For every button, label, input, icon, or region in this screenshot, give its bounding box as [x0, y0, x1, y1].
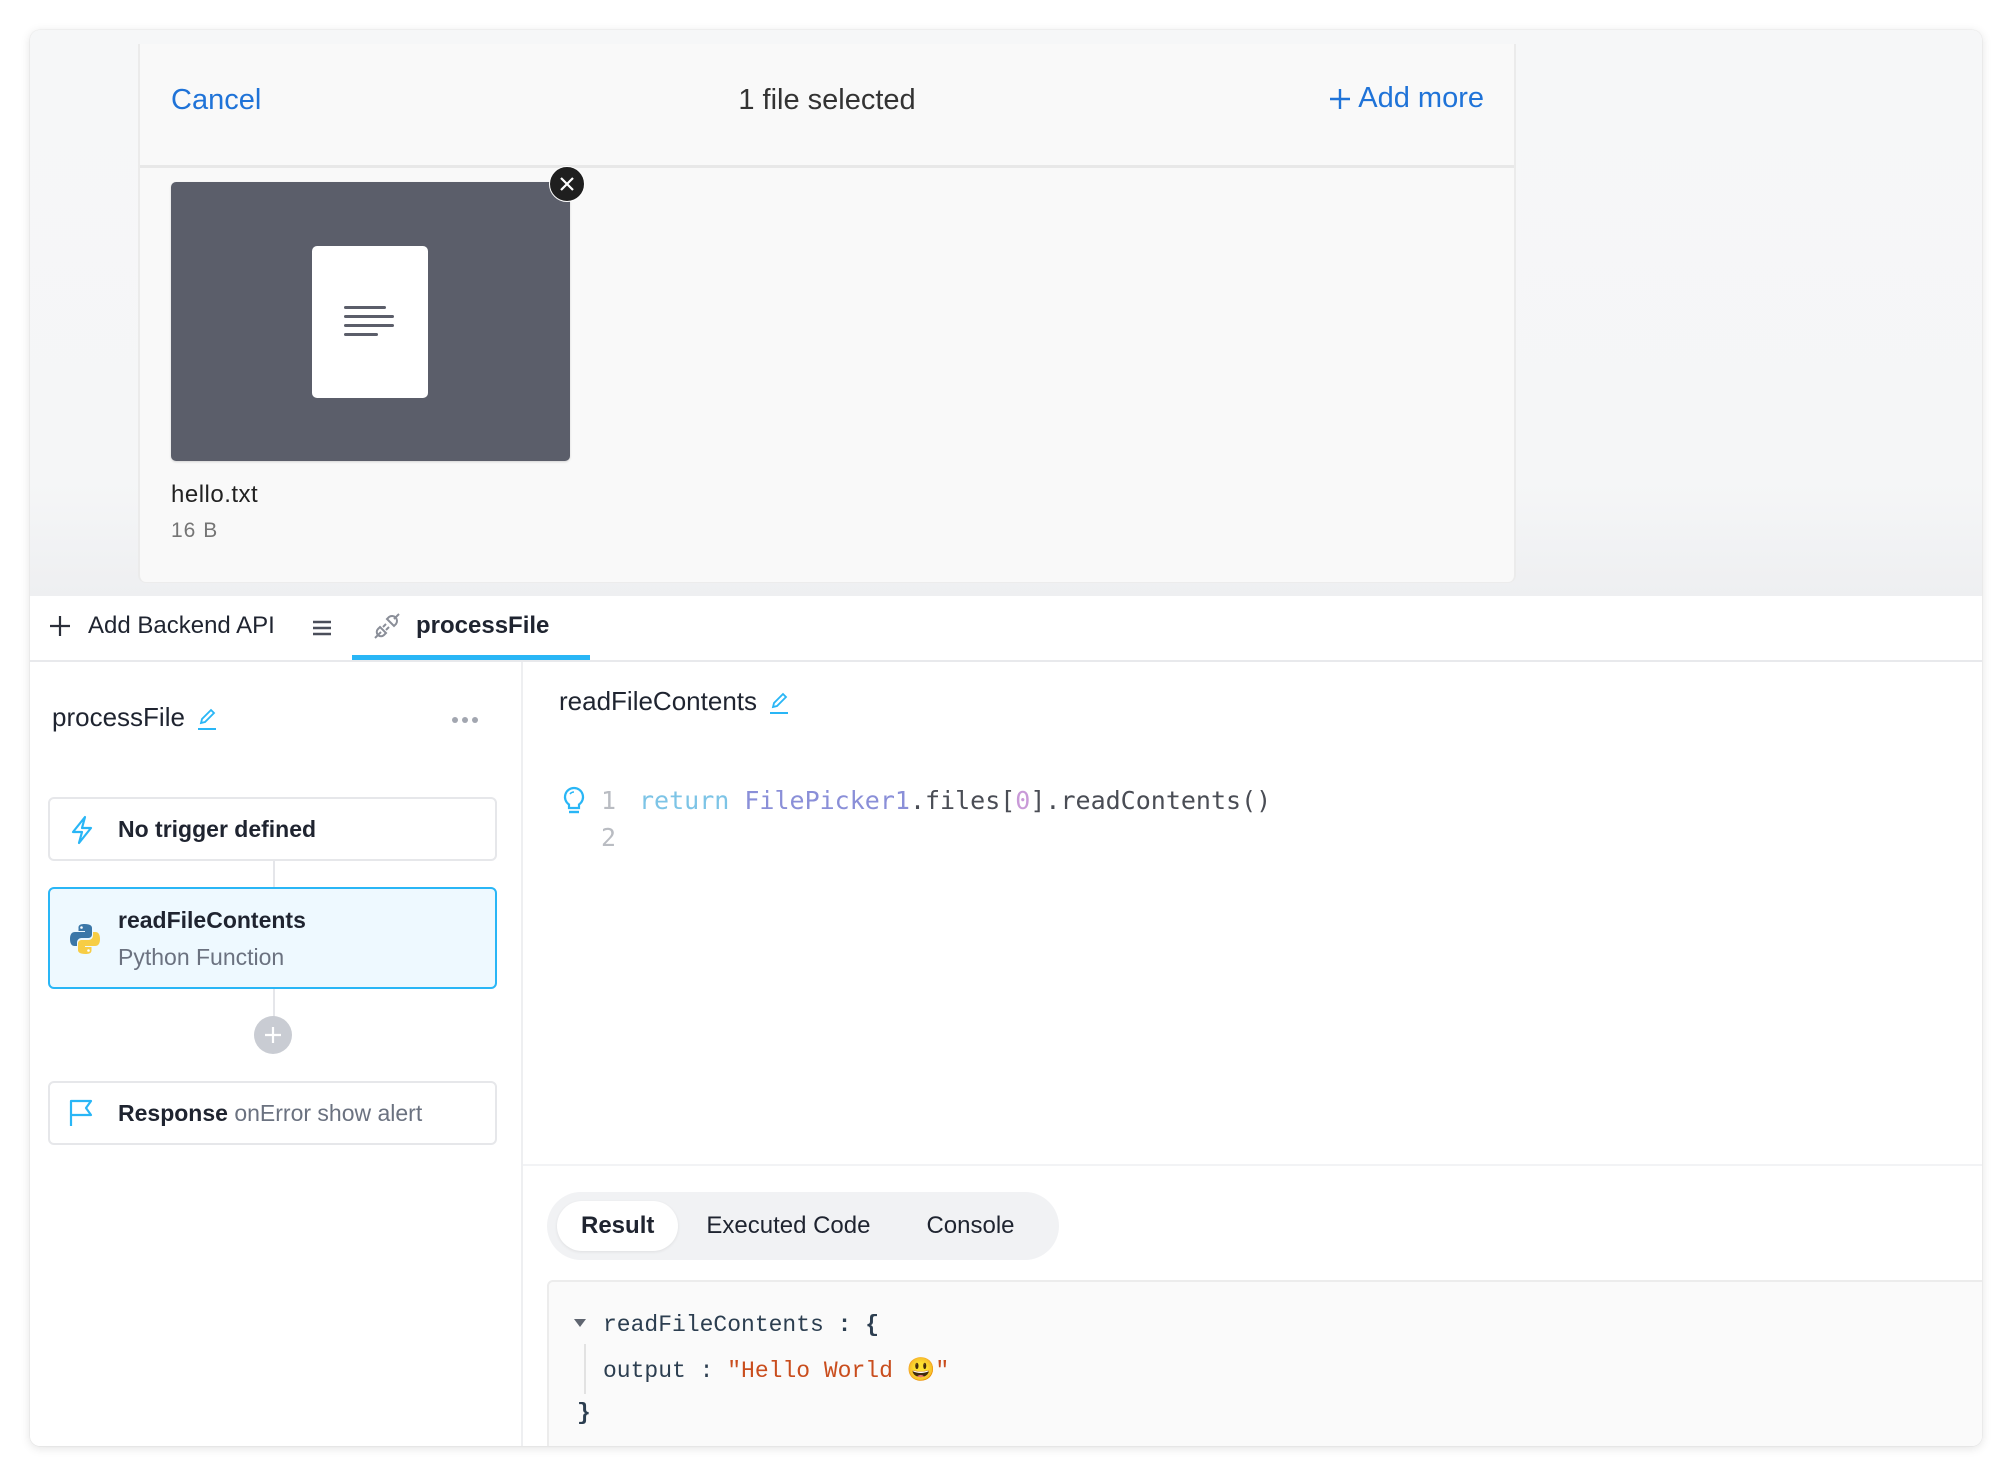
result-field-value: "Hello World 😃" — [727, 1358, 950, 1384]
edit-pencil-icon[interactable] — [195, 705, 219, 731]
function-name: readFileContents — [559, 686, 757, 716]
file-picker-header: Cancel 1 file selected Add more — [140, 44, 1514, 168]
tab-processfile[interactable]: processFile — [352, 596, 590, 660]
code-text: ].readContents() — [1030, 786, 1272, 815]
more-options-icon[interactable] — [450, 714, 480, 726]
plus-icon — [265, 1027, 281, 1043]
code-editor[interactable]: 1 return FilePicker1 .files[ 0 ].readCon… — [559, 782, 1271, 856]
close-icon — [560, 177, 574, 191]
result-open-brace: : { — [823, 1312, 880, 1338]
tab-processfile-label: processFile — [416, 611, 550, 639]
add-more-button[interactable]: Add more — [1328, 82, 1484, 115]
query-flow-sidebar: processFile No trigger defined readFileC… — [30, 662, 523, 1446]
step-type: Python Function — [118, 944, 285, 970]
line-number: 1 — [601, 786, 617, 815]
query-name: processFile — [52, 702, 185, 732]
flag-icon — [69, 1099, 93, 1126]
result-key: readFileContents — [603, 1312, 824, 1338]
trigger-card[interactable]: No trigger defined — [48, 797, 497, 861]
tree-guide — [584, 1344, 586, 1394]
add-step-button[interactable] — [254, 1016, 292, 1054]
app-window: Cancel 1 file selected Add more hello.tx — [30, 30, 1982, 1446]
step-title: readFileContents — [118, 907, 306, 933]
file-picker-panel: Cancel 1 file selected Add more hello.tx — [138, 44, 1516, 583]
result-field-line: output : "Hello World 😃" — [603, 1356, 949, 1384]
code-number: 0 — [1015, 786, 1031, 815]
result-tabs: Result Executed Code Console — [547, 1192, 1059, 1260]
line-number: 2 — [601, 823, 617, 852]
add-backend-api-button[interactable]: Add Backend API — [48, 612, 275, 640]
tab-console[interactable]: Console — [898, 1201, 1042, 1251]
flow-connector — [273, 989, 275, 1017]
file-name: hello.txt — [171, 481, 259, 508]
plus-icon — [1330, 88, 1351, 109]
code-keyword: return — [639, 786, 745, 815]
step-card-readfilecontents[interactable]: readFileContents Python Function — [48, 887, 497, 989]
lightning-icon — [71, 815, 93, 845]
code-variable: FilePicker1 — [744, 786, 910, 815]
response-detail: onError show alert — [234, 1100, 423, 1126]
result-output: readFileContents : { output : "Hello Wor… — [547, 1280, 1982, 1446]
selected-count-label: 1 file selected — [738, 84, 916, 116]
lightbulb-icon[interactable] — [559, 785, 589, 817]
tab-executed-code[interactable]: Executed Code — [678, 1201, 898, 1251]
flow-connector — [273, 861, 275, 887]
result-field-key: output — [603, 1358, 686, 1384]
remove-file-button[interactable] — [549, 166, 585, 202]
response-title: Response — [118, 1100, 228, 1126]
code-text: .files[ — [909, 786, 1016, 815]
plug-icon — [374, 612, 400, 639]
add-more-label: Add more — [1358, 82, 1484, 114]
add-backend-api-label: Add Backend API — [88, 612, 275, 639]
tab-result[interactable]: Result — [557, 1201, 679, 1251]
plus-icon — [50, 616, 70, 636]
divider — [523, 1164, 1982, 1166]
python-icon — [70, 924, 100, 954]
text-document-icon — [312, 246, 428, 398]
code-line: 2 — [559, 819, 1271, 856]
response-card[interactable]: Response onError show alert — [48, 1081, 497, 1145]
query-title: processFile — [52, 702, 219, 733]
file-thumbnail[interactable] — [171, 182, 570, 461]
result-root-line: readFileContents : { — [603, 1312, 879, 1338]
function-editor-panel: readFileContents 1 return FilePicker1 .f… — [523, 662, 1982, 1446]
edit-pencil-icon[interactable] — [767, 689, 791, 715]
function-title: readFileContents — [559, 686, 791, 717]
file-size: 16 B — [171, 519, 219, 542]
menu-icon[interactable] — [310, 616, 334, 640]
caret-down-icon[interactable] — [573, 1318, 587, 1328]
result-close-brace: } — [577, 1400, 591, 1426]
code-line: 1 return FilePicker1 .files[ 0 ].readCon… — [559, 782, 1271, 819]
trigger-label: No trigger defined — [118, 816, 317, 842]
backend-api-tabs: Add Backend API processFile — [30, 596, 1982, 662]
result-separator: : — [685, 1358, 728, 1384]
file-picker-backdrop: Cancel 1 file selected Add more hello.tx — [30, 30, 1982, 596]
